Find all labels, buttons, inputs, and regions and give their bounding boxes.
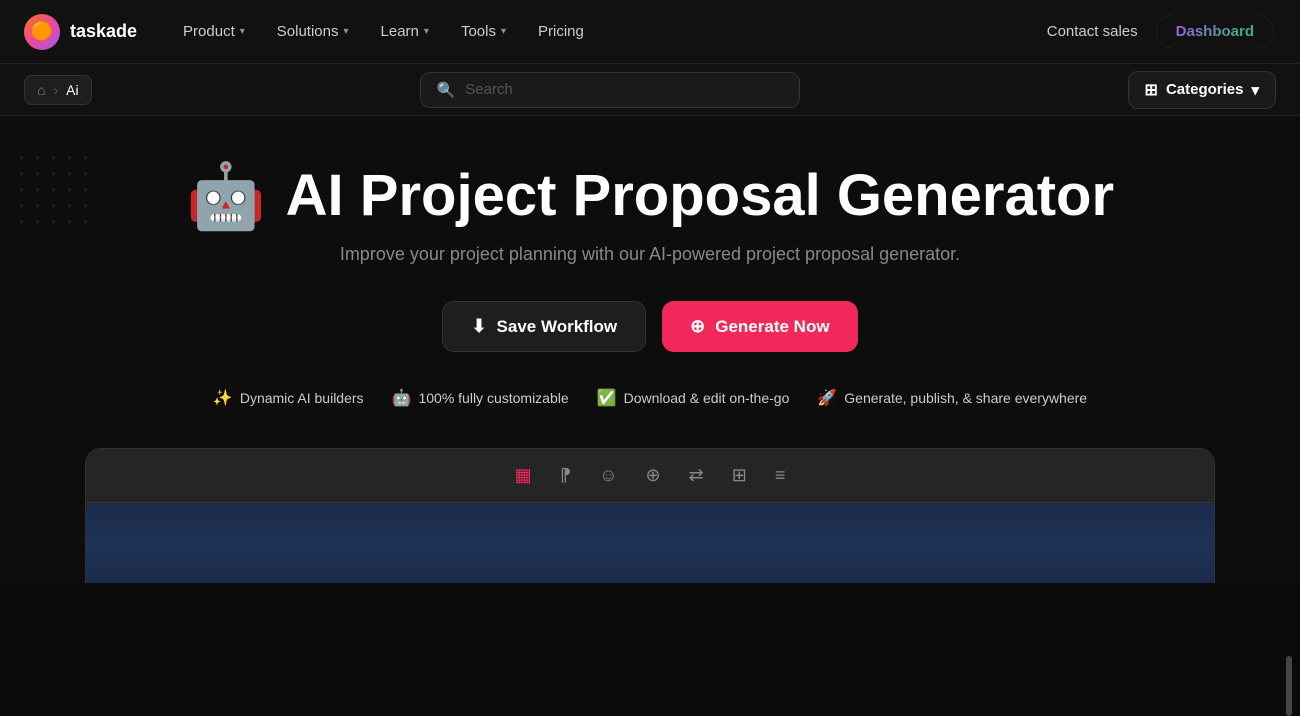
logo-link[interactable]: 🟠 taskade: [24, 14, 137, 50]
preview-toolbar: ▦ ⁋ ☺ ⊕ ⇄ ⊞ ≡: [86, 449, 1214, 503]
chevron-down-icon: ▾: [424, 26, 429, 37]
robot-emoji: 🤖: [186, 164, 266, 228]
preview-panel: ▦ ⁋ ☺ ⊕ ⇄ ⊞ ≡: [85, 448, 1215, 583]
dot-grid-decoration: [20, 156, 96, 232]
rocket-icon: 🚀: [817, 388, 837, 408]
chevron-down-icon: ▾: [240, 26, 245, 37]
save-workflow-button[interactable]: ⬇ Save Workflow: [442, 301, 646, 352]
grid-icon: ⊞: [1145, 80, 1158, 100]
toolbar-layers-icon[interactable]: ▦: [509, 461, 538, 490]
logo-text: taskade: [70, 21, 137, 42]
toolbar-list-icon[interactable]: ≡: [769, 461, 792, 490]
breadcrumb-separator: ›: [53, 82, 58, 98]
feature-badge-3: 🚀 Generate, publish, & share everywhere: [817, 388, 1087, 408]
robot-icon: 🤖: [392, 388, 412, 408]
search-box[interactable]: 🔍 Search: [420, 72, 800, 108]
generate-icon: ⊕: [690, 316, 705, 337]
save-icon: ⬇: [471, 316, 486, 337]
feature-badge-0: ✨ Dynamic AI builders: [213, 388, 364, 408]
toolbar-text-icon[interactable]: ⁋: [554, 461, 577, 490]
breadcrumb-bar: ⌂ › Ai 🔍 Search ⊞ Categories ▾: [0, 64, 1300, 116]
nav-learn[interactable]: Learn ▾: [367, 15, 443, 48]
nav-solutions[interactable]: Solutions ▾: [263, 15, 363, 48]
toolbar-emoji-icon[interactable]: ☺: [593, 461, 623, 490]
nav-links: Product ▾ Solutions ▾ Learn ▾ Tools ▾ Pr…: [169, 15, 1047, 48]
breadcrumb-current: Ai: [66, 82, 78, 98]
generate-now-button[interactable]: ⊕ Generate Now: [662, 301, 857, 352]
nav-pricing[interactable]: Pricing: [524, 15, 598, 48]
preview-body: [86, 503, 1214, 583]
categories-button[interactable]: ⊞ Categories ▾: [1128, 71, 1276, 109]
toolbar-grid-icon[interactable]: ⊞: [726, 461, 753, 490]
chevron-down-icon: ▾: [501, 26, 506, 37]
feature-badge-1: 🤖 100% fully customizable: [392, 388, 569, 408]
feature-badges: ✨ Dynamic AI builders 🤖 100% fully custo…: [213, 388, 1087, 408]
chevron-down-icon: ▾: [344, 26, 349, 37]
contact-sales-link[interactable]: Contact sales: [1047, 23, 1138, 40]
hero-subtitle: Improve your project planning with our A…: [340, 244, 960, 265]
home-icon: ⌂: [37, 82, 45, 98]
toolbar-globe-icon[interactable]: ⊕: [640, 461, 667, 490]
nav-tools[interactable]: Tools ▾: [447, 15, 520, 48]
sparkle-icon: ✨: [213, 388, 233, 408]
logo-icon: 🟠: [24, 14, 60, 50]
chevron-down-icon: ▾: [1251, 81, 1259, 99]
check-icon: ✅: [597, 388, 617, 408]
main-nav: 🟠 taskade Product ▾ Solutions ▾ Learn ▾ …: [0, 0, 1300, 64]
search-placeholder: Search: [465, 81, 513, 98]
feature-label-2: Download & edit on-the-go: [624, 390, 790, 406]
feature-badge-2: ✅ Download & edit on-the-go: [597, 388, 790, 408]
feature-label-3: Generate, publish, & share everywhere: [844, 390, 1087, 406]
home-breadcrumb[interactable]: ⌂ › Ai: [24, 75, 92, 105]
search-icon: 🔍: [437, 81, 456, 99]
nav-product[interactable]: Product ▾: [169, 15, 259, 48]
main-content: 🤖 AI Project Proposal Generator Improve …: [0, 116, 1300, 583]
nav-right: Contact sales Dashboard: [1047, 13, 1276, 50]
dashboard-button[interactable]: Dashboard: [1154, 13, 1276, 50]
toolbar-share-icon[interactable]: ⇄: [683, 461, 710, 490]
search-area: 🔍 Search: [108, 72, 1112, 108]
hero-title: AI Project Proposal Generator: [286, 164, 1114, 228]
feature-label-0: Dynamic AI builders: [240, 390, 364, 406]
hero-title-row: 🤖 AI Project Proposal Generator: [186, 164, 1114, 228]
scrollbar[interactable]: [1286, 656, 1292, 716]
hero-buttons: ⬇ Save Workflow ⊕ Generate Now: [442, 301, 857, 352]
feature-label-1: 100% fully customizable: [418, 390, 568, 406]
